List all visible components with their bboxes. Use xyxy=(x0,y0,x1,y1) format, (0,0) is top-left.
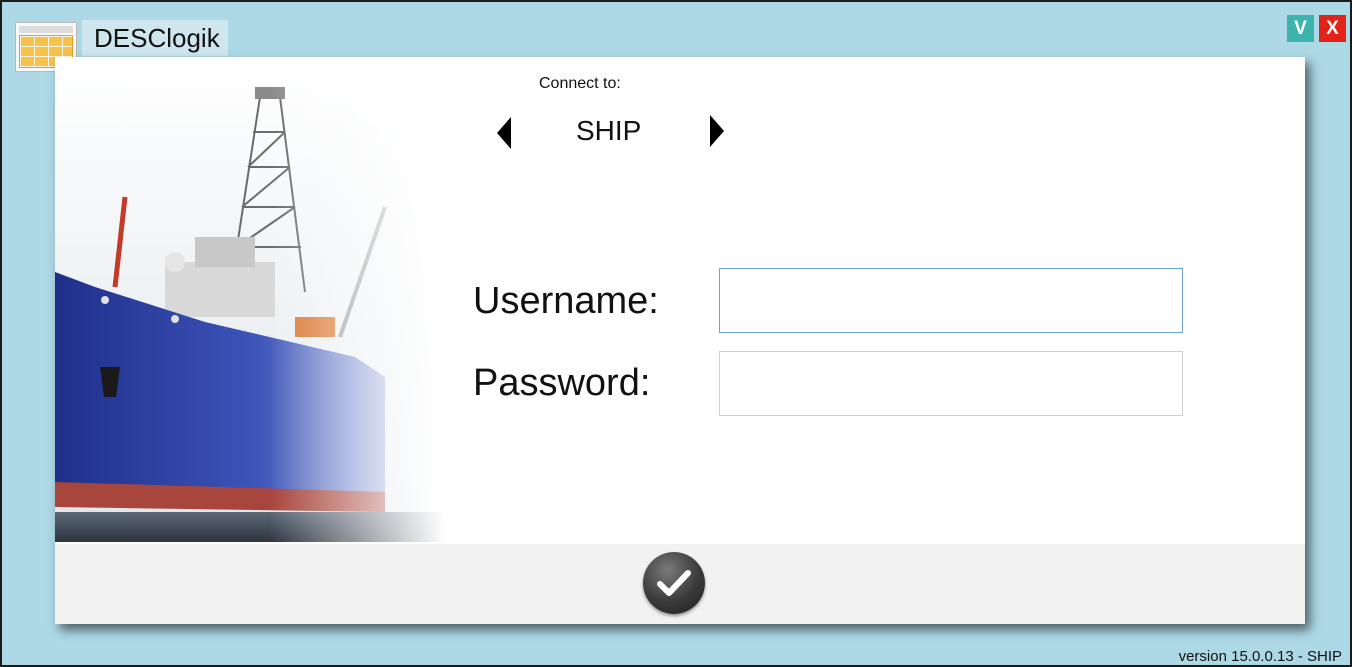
login-window: DESClogik V X Connect to: SHIP Username:… xyxy=(0,0,1352,667)
password-input[interactable] xyxy=(719,351,1183,416)
minimize-button[interactable]: V xyxy=(1287,15,1314,42)
version-label: version 15.0.0.13 - SHIP xyxy=(1178,648,1342,665)
server-name: SHIP xyxy=(576,115,642,146)
close-button[interactable]: X xyxy=(1319,15,1346,42)
login-panel: Connect to: SHIP Username: Password: xyxy=(55,57,1305,624)
ship-image xyxy=(55,57,445,542)
window-title-text: DESClogik xyxy=(94,22,220,53)
footer-bar xyxy=(55,544,1305,624)
checkmark-icon xyxy=(657,570,691,596)
login-button[interactable] xyxy=(643,552,705,614)
connect-to-label: Connect to: xyxy=(539,75,621,92)
username-label: Username: xyxy=(473,280,659,322)
username-input[interactable] xyxy=(719,268,1183,333)
password-label: Password: xyxy=(473,362,651,404)
arrow-right-icon[interactable] xyxy=(710,115,724,147)
window-title: DESClogik xyxy=(82,20,228,56)
arrow-left-icon[interactable] xyxy=(497,117,511,149)
